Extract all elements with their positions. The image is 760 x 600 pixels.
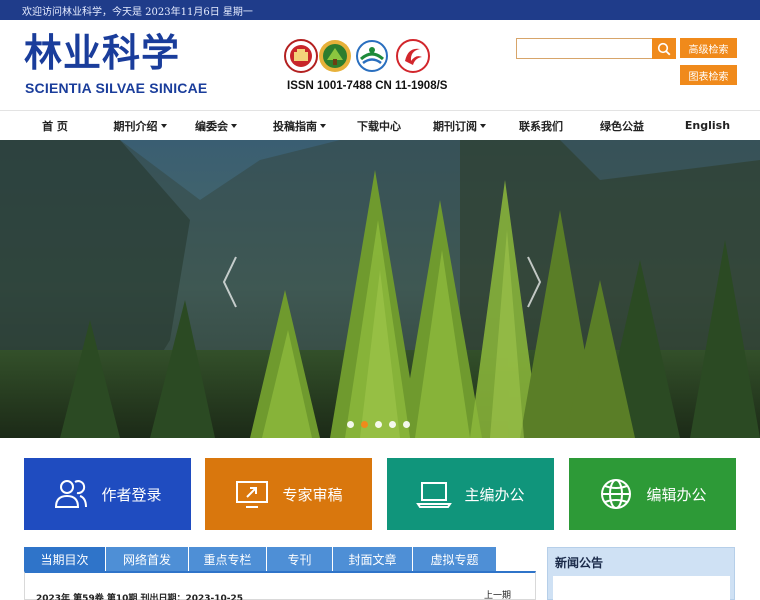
search-input[interactable]	[516, 38, 653, 59]
tab-special-issue[interactable]: 专刊	[267, 547, 332, 571]
laptop-icon	[416, 482, 453, 508]
issue-info: 2023年 第59卷 第10期 刊出日期：2023-10-25	[36, 594, 244, 600]
globe-icon	[601, 479, 632, 509]
nav-submission-guide[interactable]: 投稿指南	[262, 111, 337, 140]
emblem-red-swirl-icon	[396, 39, 430, 73]
top-welcome-bar: 欢迎访问林业科学，今天是 2023年11月6日 星期一	[0, 0, 760, 20]
chevron-down-icon	[480, 123, 486, 128]
carousel-dot-4[interactable]	[389, 421, 396, 428]
main-nav: 首 页 期刊介绍 编委会 投稿指南 下载中心 期刊订阅 联系我们 绿色公益 En…	[0, 110, 760, 140]
chevron-down-icon	[231, 123, 237, 128]
welcome-text: 欢迎访问林业科学，今天是 2023年11月6日 星期一	[22, 7, 253, 18]
tile-label: 编辑办公	[646, 485, 707, 504]
nav-editorial-board[interactable]: 编委会	[170, 111, 262, 140]
carousel-dot-5[interactable]	[403, 421, 410, 428]
tile-label: 主编办公	[464, 485, 525, 504]
expert-review-tile[interactable]: 专家审稿	[205, 458, 372, 530]
tile-label: 作者登录	[101, 485, 162, 504]
advanced-search-button[interactable]: 高级检索	[680, 38, 737, 58]
chief-editor-tile[interactable]: 主编办公	[387, 458, 554, 530]
chevron-right-icon[interactable]	[524, 255, 544, 309]
users-icon	[55, 480, 88, 508]
tab-online-first[interactable]: 网络首发	[106, 547, 188, 571]
chevron-left-icon[interactable]	[220, 255, 240, 309]
carousel-dot-3[interactable]	[375, 421, 382, 428]
news-list	[553, 576, 730, 600]
screen-share-icon	[236, 481, 269, 508]
carousel-dot-1[interactable]	[347, 421, 354, 428]
issue-tabs: 当期目次 网络首发 重点专栏 专刊 封面文章 虚拟专题	[24, 547, 536, 571]
nav-english[interactable]: English	[660, 111, 755, 140]
carousel-dots	[347, 421, 410, 428]
chevron-down-icon	[320, 123, 326, 128]
banner-carousel[interactable]	[0, 140, 760, 438]
emblem-green-badge-icon	[318, 39, 352, 73]
author-login-tile[interactable]: 作者登录	[24, 458, 191, 530]
emblem-red-badge-icon	[284, 39, 318, 73]
chevron-down-icon	[160, 123, 167, 128]
news-title: 新闻公告	[555, 556, 604, 570]
nav-green-charity[interactable]: 绿色公益	[584, 111, 660, 140]
nav-subscription[interactable]: 期刊订阅	[421, 111, 498, 140]
search-button[interactable]	[652, 38, 676, 59]
tab-cover-articles[interactable]: 封面文章	[333, 547, 412, 571]
journal-title-en[interactable]: SCIENTIA SILVAE SINICAE	[25, 80, 207, 96]
journal-title-cn[interactable]: 林业科学	[24, 31, 180, 75]
search-icon	[657, 42, 671, 55]
chart-search-button[interactable]: 图表检索	[680, 65, 737, 85]
tab-virtual-topics[interactable]: 虚拟专题	[413, 547, 496, 571]
tile-label: 专家审稿	[282, 485, 343, 504]
tab-current-issue[interactable]: 当期目次	[24, 547, 105, 571]
nav-home[interactable]: 首 页	[0, 111, 110, 140]
editor-office-tile[interactable]: 编辑办公	[569, 458, 736, 530]
nav-contact[interactable]: 联系我们	[498, 111, 584, 140]
banner-forest-image	[0, 140, 760, 438]
carousel-dot-2[interactable]	[361, 421, 368, 428]
nav-journal-intro[interactable]: 期刊介绍	[110, 111, 170, 140]
tab-key-columns[interactable]: 重点专栏	[189, 547, 266, 571]
previous-issue-link[interactable]: 上一期	[484, 588, 511, 600]
issn-cn-number: ISSN 1001-7488 CN 11-1908/S	[287, 80, 448, 92]
emblem-blue-green-wave-icon	[355, 39, 389, 73]
nav-downloads[interactable]: 下载中心	[337, 111, 421, 140]
